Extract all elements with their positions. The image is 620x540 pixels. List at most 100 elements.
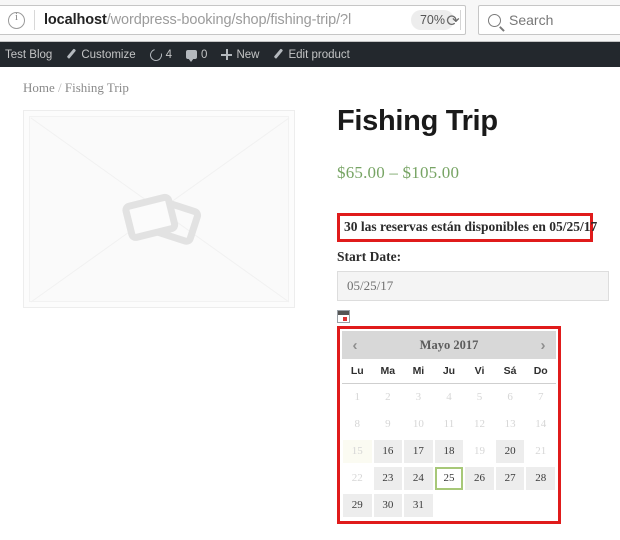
product-summary: Fishing Trip $65.00 – $105.00 30 las res… [337, 67, 609, 524]
day-disabled-9: 9 [374, 413, 403, 436]
datepicker-cell: 15 [342, 438, 373, 465]
breadcrumb-home[interactable]: Home [23, 80, 55, 95]
datepicker-cell: 22 [342, 465, 373, 492]
weekday-vi: Vi [464, 359, 495, 384]
search-icon [488, 14, 501, 27]
calendar-icon-marker [343, 317, 347, 321]
weekday-mi: Mi [403, 359, 434, 384]
datepicker-cell: 19 [464, 438, 495, 465]
new-label: New [236, 49, 259, 61]
datepicker-week-row: 22232425262728 [342, 465, 556, 492]
day-empty [496, 494, 525, 517]
site-info-icon[interactable] [8, 12, 25, 29]
datepicker-cell: 29 [342, 492, 373, 519]
admin-bar-customize[interactable]: Customize [59, 42, 142, 67]
day-20[interactable]: 20 [496, 440, 525, 463]
updates-count: 4 [166, 49, 172, 61]
day-disabled-8: 8 [343, 413, 372, 436]
datepicker-highlight-box: ‹ Mayo 2017 › LuMaMiJuViSáDo 12345678910… [337, 326, 561, 524]
datepicker-cell: 11 [434, 411, 465, 438]
weekday-lu: Lu [342, 359, 373, 384]
datepicker-cell: 16 [373, 438, 404, 465]
product-placeholder-image[interactable] [23, 110, 295, 308]
datepicker-cell: 14 [525, 411, 556, 438]
datepicker-weekday-row: LuMaMiJuViSáDo [342, 359, 556, 384]
day-30[interactable]: 30 [374, 494, 403, 517]
day-disabled-5: 5 [465, 386, 494, 409]
day-26[interactable]: 26 [465, 467, 494, 490]
calendar-icon[interactable] [337, 310, 350, 323]
breadcrumb-separator: / [58, 80, 62, 95]
day-disabled-10: 10 [404, 413, 433, 436]
admin-bar-updates[interactable]: 4 [143, 42, 179, 67]
reload-icon[interactable]: ⟳ [440, 11, 466, 31]
admin-bar-site-name[interactable]: Test Blog [0, 42, 59, 67]
weekday-ma: Ma [373, 359, 404, 384]
page-title: Fishing Trip [337, 67, 609, 136]
datepicker-cell: 10 [403, 411, 434, 438]
weekday-sá: Sá [495, 359, 526, 384]
day-disabled-12: 12 [465, 413, 494, 436]
page-content: Home / Fishing Trip Fishing Trip $65.00 … [0, 67, 620, 540]
day-empty [465, 494, 494, 517]
datepicker-cell: 27 [495, 465, 526, 492]
datepicker-cell: 5 [464, 384, 495, 412]
day-disabled-6: 6 [496, 386, 525, 409]
url-bar[interactable]: localhost/wordpress-booking/shop/fishing… [0, 5, 466, 35]
prev-month-button[interactable]: ‹ [344, 331, 366, 359]
browser-toolbar: localhost/wordpress-booking/shop/fishing… [0, 0, 620, 42]
day-17[interactable]: 17 [404, 440, 433, 463]
datepicker-cell: 9 [373, 411, 404, 438]
datepicker-cell [464, 492, 495, 519]
breadcrumb: Home / Fishing Trip [23, 80, 129, 96]
day-disabled-15: 15 [343, 440, 372, 463]
customize-label: Customize [81, 49, 135, 61]
edit-product-label: Edit product [288, 49, 349, 61]
day-28[interactable]: 28 [526, 467, 555, 490]
day-disabled-11: 11 [435, 413, 464, 436]
weekday-do: Do [525, 359, 556, 384]
url-path: /wordpress-booking/shop/fishing-trip/?l [107, 12, 351, 28]
product-price: $65.00 – $105.00 [337, 163, 609, 183]
availability-highlight-box: 30 las reservas están disponibles en 05/… [337, 213, 593, 242]
datepicker-cell: 8 [342, 411, 373, 438]
admin-bar-comments[interactable]: 0 [179, 42, 214, 67]
url-text: localhost/wordpress-booking/shop/fishing… [44, 12, 411, 28]
datepicker: ‹ Mayo 2017 › LuMaMiJuViSáDo 12345678910… [342, 331, 556, 519]
day-27[interactable]: 27 [496, 467, 525, 490]
start-date-input[interactable]: 05/25/17 [337, 271, 609, 301]
day-24[interactable]: 24 [404, 467, 433, 490]
day-29[interactable]: 29 [343, 494, 372, 517]
datepicker-cell: 1 [342, 384, 373, 412]
datepicker-week-row: 891011121314 [342, 411, 556, 438]
datepicker-cell: 30 [373, 492, 404, 519]
wp-admin-bar: Test Blog Customize 4 0 New Edit product [0, 42, 620, 67]
day-31[interactable]: 31 [404, 494, 433, 517]
calendar-icon-header [338, 311, 349, 315]
day-16[interactable]: 16 [374, 440, 403, 463]
day-empty [526, 494, 555, 517]
day-disabled-3: 3 [404, 386, 433, 409]
datepicker-cell: 17 [403, 438, 434, 465]
day-disabled-21: 21 [526, 440, 555, 463]
day-disabled-13: 13 [496, 413, 525, 436]
day-selected-25[interactable]: 25 [435, 467, 464, 490]
admin-bar-new[interactable]: New [214, 42, 266, 67]
datepicker-cell [434, 492, 465, 519]
datepicker-week-row: 293031 [342, 492, 556, 519]
availability-message: 30 las reservas están disponibles en 05/… [344, 219, 584, 235]
search-input[interactable]: Search [509, 12, 553, 28]
day-disabled-2: 2 [374, 386, 403, 409]
day-disabled-22: 22 [343, 467, 372, 490]
search-bar[interactable]: Search [478, 5, 620, 35]
day-18[interactable]: 18 [435, 440, 464, 463]
datepicker-cell [525, 492, 556, 519]
admin-bar-edit-product[interactable]: Edit product [266, 42, 356, 67]
url-host: localhost [44, 12, 107, 28]
breadcrumb-current: Fishing Trip [65, 80, 129, 95]
datepicker-cell: 20 [495, 438, 526, 465]
day-23[interactable]: 23 [374, 467, 403, 490]
next-month-button[interactable]: › [532, 331, 554, 359]
comments-count: 0 [201, 49, 207, 61]
datepicker-week-row: 1234567 [342, 384, 556, 412]
